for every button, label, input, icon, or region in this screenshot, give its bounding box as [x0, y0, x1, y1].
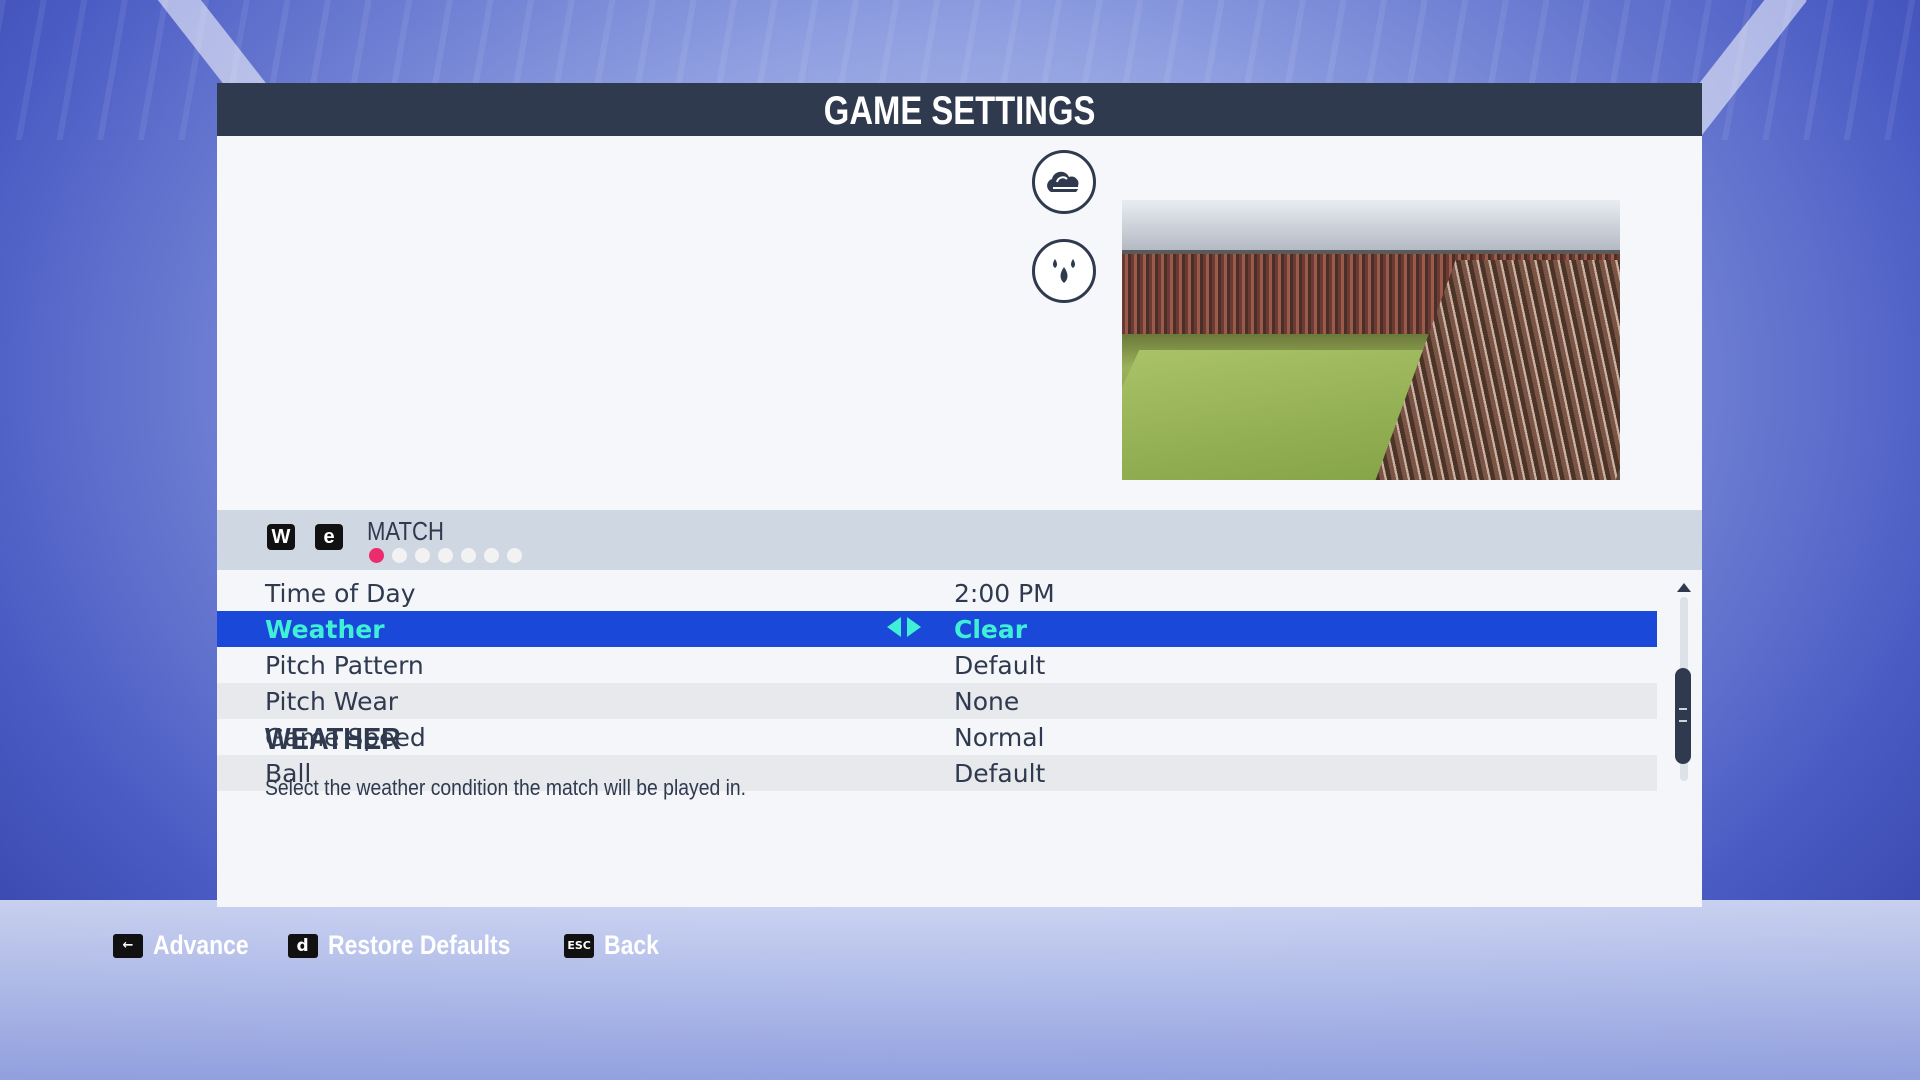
arrow-right-icon[interactable]	[907, 617, 921, 637]
prev-tab-key[interactable]: W	[267, 524, 295, 550]
setting-row-game-speed[interactable]: Game Speed Normal	[217, 719, 1657, 755]
page-dot-active	[369, 548, 384, 563]
page-dot	[415, 548, 430, 563]
scroll-up-icon[interactable]	[1677, 583, 1691, 592]
setting-row-pitch-wear[interactable]: Pitch Wear None	[217, 683, 1657, 719]
setting-label: Pitch Pattern	[265, 651, 424, 680]
restore-defaults-label: Restore Defaults	[327, 930, 510, 960]
raindrops-icon	[1032, 239, 1096, 303]
page-dot	[438, 548, 453, 563]
settings-tab-bar: W e MATCH	[217, 510, 1702, 570]
setting-row-pitch-pattern[interactable]: Pitch Pattern Default	[217, 647, 1657, 683]
page-dot	[392, 548, 407, 563]
setting-label: Pitch Wear	[265, 687, 399, 716]
advance-button[interactable]: ← Advance	[113, 930, 266, 961]
back-button[interactable]: ESC Back	[564, 930, 669, 961]
setting-value: 2:00 PM	[954, 579, 1055, 608]
page-dot	[507, 548, 522, 563]
restore-defaults-button[interactable]: d Restore Defaults	[287, 930, 543, 961]
floor-background	[0, 900, 1920, 1080]
page-title: GAME SETTINGS	[823, 89, 1096, 133]
footer-controls: ← Advance d Restore Defaults ESC Back	[113, 930, 669, 961]
settings-scrollbar[interactable]	[1675, 583, 1693, 783]
settings-list: Time of Day 2:00 PM Weather Clear Pitch …	[217, 575, 1657, 791]
page-dot	[484, 548, 499, 563]
cloudy-weather-icon	[1032, 150, 1096, 214]
page-title-bar: GAME SETTINGS	[217, 83, 1702, 136]
description-text: Select the weather condition the match w…	[265, 775, 747, 800]
back-label: Back	[604, 930, 660, 960]
tab-page-indicator	[369, 548, 522, 563]
arrow-left-icon[interactable]	[887, 617, 901, 637]
setting-value: None	[954, 687, 1020, 716]
setting-value: Default	[954, 759, 1046, 788]
setting-value: Clear	[954, 615, 1028, 644]
next-tab-key[interactable]: e	[315, 524, 343, 550]
setting-label: Time of Day	[265, 579, 416, 608]
tab-match[interactable]: MATCH	[367, 516, 444, 547]
setting-value: Default	[954, 651, 1046, 680]
setting-label: Weather	[265, 615, 385, 644]
esc-key-icon: ESC	[564, 933, 595, 958]
stadium-preview-image	[1122, 200, 1620, 480]
advance-label: Advance	[153, 930, 249, 960]
setting-row-time-of-day[interactable]: Time of Day 2:00 PM	[217, 575, 1657, 611]
d-key-icon: d	[287, 933, 318, 958]
enter-key-icon: ←	[113, 933, 143, 958]
page-dot	[461, 548, 476, 563]
scroll-thumb[interactable]	[1675, 668, 1691, 764]
preview-area	[217, 136, 1702, 510]
description-title: WEATHER	[265, 721, 401, 756]
value-arrows[interactable]	[887, 617, 921, 637]
setting-value: Normal	[954, 723, 1045, 752]
game-settings-panel: GAME SETTINGS W e MATCH Time of Day 2:00…	[217, 83, 1702, 907]
setting-row-weather[interactable]: Weather Clear	[217, 611, 1657, 647]
